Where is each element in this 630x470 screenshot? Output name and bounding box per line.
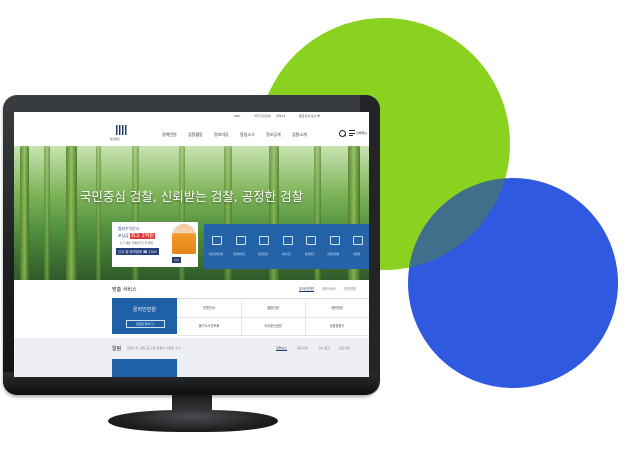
bamboo-trunk [44,146,50,280]
apply-button[interactable]: 민원신청하기 › [126,320,165,328]
services-grid: 민원안내 열람신청 재판방청 불기소사건조회 자주묻는질문 검찰청찾기 [177,298,369,336]
quick-menu: 사건검색조회 증명서발급 민원신청 서식자료 통계자료 관할검찰청 검찰청 [204,224,369,269]
chart-icon [353,236,363,245]
banner-illustration [172,224,196,254]
hero-banner: 국민중심 검찰, 신뢰받는 검찰, 공정한 검찰 범죄수익은닉 포상금 최고 1… [14,146,369,280]
quick-label: 사건검색조회 [208,253,223,256]
quick-item[interactable]: 통계자료 [298,224,322,269]
tab-online[interactable]: 온라인민원 [299,286,314,292]
online-petition-box: 온라인민원 민원신청하기 › [112,298,177,334]
service-link[interactable]: 불기소사건조회 [177,317,242,336]
service-link[interactable]: 검찰청찾기 [305,317,369,336]
tab-info[interactable]: 정보서비스 [322,286,337,291]
service-link[interactable]: 열람신청 [241,299,306,318]
top-link[interactable]: 국가기관검색 [254,114,271,118]
all-menu-label[interactable]: 전체메뉴 [356,131,367,135]
building-icon [329,236,340,245]
service-link[interactable]: 재판방청 [305,299,369,318]
box-title: 온라인민원 [132,307,156,313]
banner-highlight: 최고 1억원 [129,233,155,239]
promo-banner[interactable]: 범죄수익은닉 포상금 최고 1억원 신고 대상: 범죄수익 은닉 행위 신고 및… [112,222,198,267]
tab-press[interactable]: 보도자료 [339,346,350,350]
banner-line: 신고 및 마약범죄 ☎ 1301 [116,248,159,255]
document-icon [259,236,269,245]
printer-icon [235,236,246,245]
monitor-stand-base [108,410,278,432]
quick-item[interactable]: 관할검찰청 [322,224,346,269]
download-icon [282,236,293,245]
banner-pager: 1/3 [172,257,181,263]
quick-item[interactable]: 민원신청 [251,224,275,269]
quick-label: 검찰청 [353,253,361,256]
service-link[interactable]: 자주묻는질문 [241,317,306,336]
nav-item[interactable]: 정책민원 [162,132,177,138]
service-link[interactable]: 민원안내 [177,299,242,318]
bamboo-trunk [66,146,77,280]
search-icon[interactable] [339,130,346,137]
monitor-icon [212,236,222,245]
hamburger-icon[interactable] [349,130,355,136]
logo-mark [116,125,128,135]
banner-line: 신고 대상: 범죄수익 은닉 행위 [120,242,153,245]
nav-item[interactable]: 검찰소개 [292,132,307,138]
top-link[interactable]: ENG [234,114,240,118]
tab-news[interactable]: 검찰뉴스 [276,346,288,351]
services-title: 맞춤 서비스 [112,287,137,293]
banner-prefix: 포상금 [118,233,129,238]
notice-section: 알림 검찰소식, 공지 공고 등 검찰의 다양한 소식 검찰뉴스 공지사항 고시… [14,338,369,377]
tab-participation[interactable]: 참여민원 [344,286,356,291]
notice-feature-block [112,359,177,377]
quick-item[interactable]: 서식자료 [275,224,299,269]
car-icon [306,236,316,245]
nav-item[interactable]: 정보마당 [214,132,229,138]
quick-item[interactable]: 증명서발급 [228,224,252,269]
bamboo-trunk [20,146,29,280]
site-header: 대검찰청 정책민원 검찰활동 정보마당 알림소식 정보공개 검찰소개 전체메뉴 [14,122,369,147]
quick-label: 서식자료 [281,253,292,256]
banner-arrows: ‹› [184,257,196,267]
nav-item[interactable]: 알림소식 [240,132,255,138]
site-logo[interactable]: 대검찰청 [110,125,130,143]
nav-item[interactable]: 검찰활동 [188,132,203,138]
quick-label: 증명서발급 [233,253,246,256]
quick-label: 민원신청 [257,253,268,256]
quick-item[interactable]: 사건검색조회 [204,224,228,269]
hero-title: 국민중심 검찰, 신뢰받는 검찰, 공정한 검찰 [79,189,304,204]
quick-label: 통계자료 [304,253,315,256]
banner-line: 포상금 최고 1억원 [118,232,155,239]
tab-notices[interactable]: 공지사항 [297,346,308,350]
quick-item[interactable]: 검찰청 [345,224,369,269]
notice-title: 알림 [112,346,122,352]
circle-overlap [408,178,618,388]
quick-label: 관할검찰청 [327,253,340,256]
notice-subtitle: 검찰소식, 공지 공고 등 검찰의 다양한 소식 [127,346,181,350]
bamboo-trunk [96,146,101,280]
top-link[interactable]: 정부24 [276,114,285,118]
custom-services: 맞춤 서비스 온라인민원 정보서비스 참여민원 온라인민원 민원신청하기 › 민… [14,280,369,338]
tab-announcements[interactable]: 고시·공고 [318,346,330,350]
nav-item[interactable]: 정보공개 [266,132,281,138]
logo-text: 대검찰청 [110,138,120,141]
top-link[interactable]: 통합검색 옵션 ▼ [299,114,320,118]
monitor-screen: ENG 국가기관검색 정부24 통합검색 옵션 ▼ 대검찰청 정책민원 검찰활동… [14,112,369,377]
